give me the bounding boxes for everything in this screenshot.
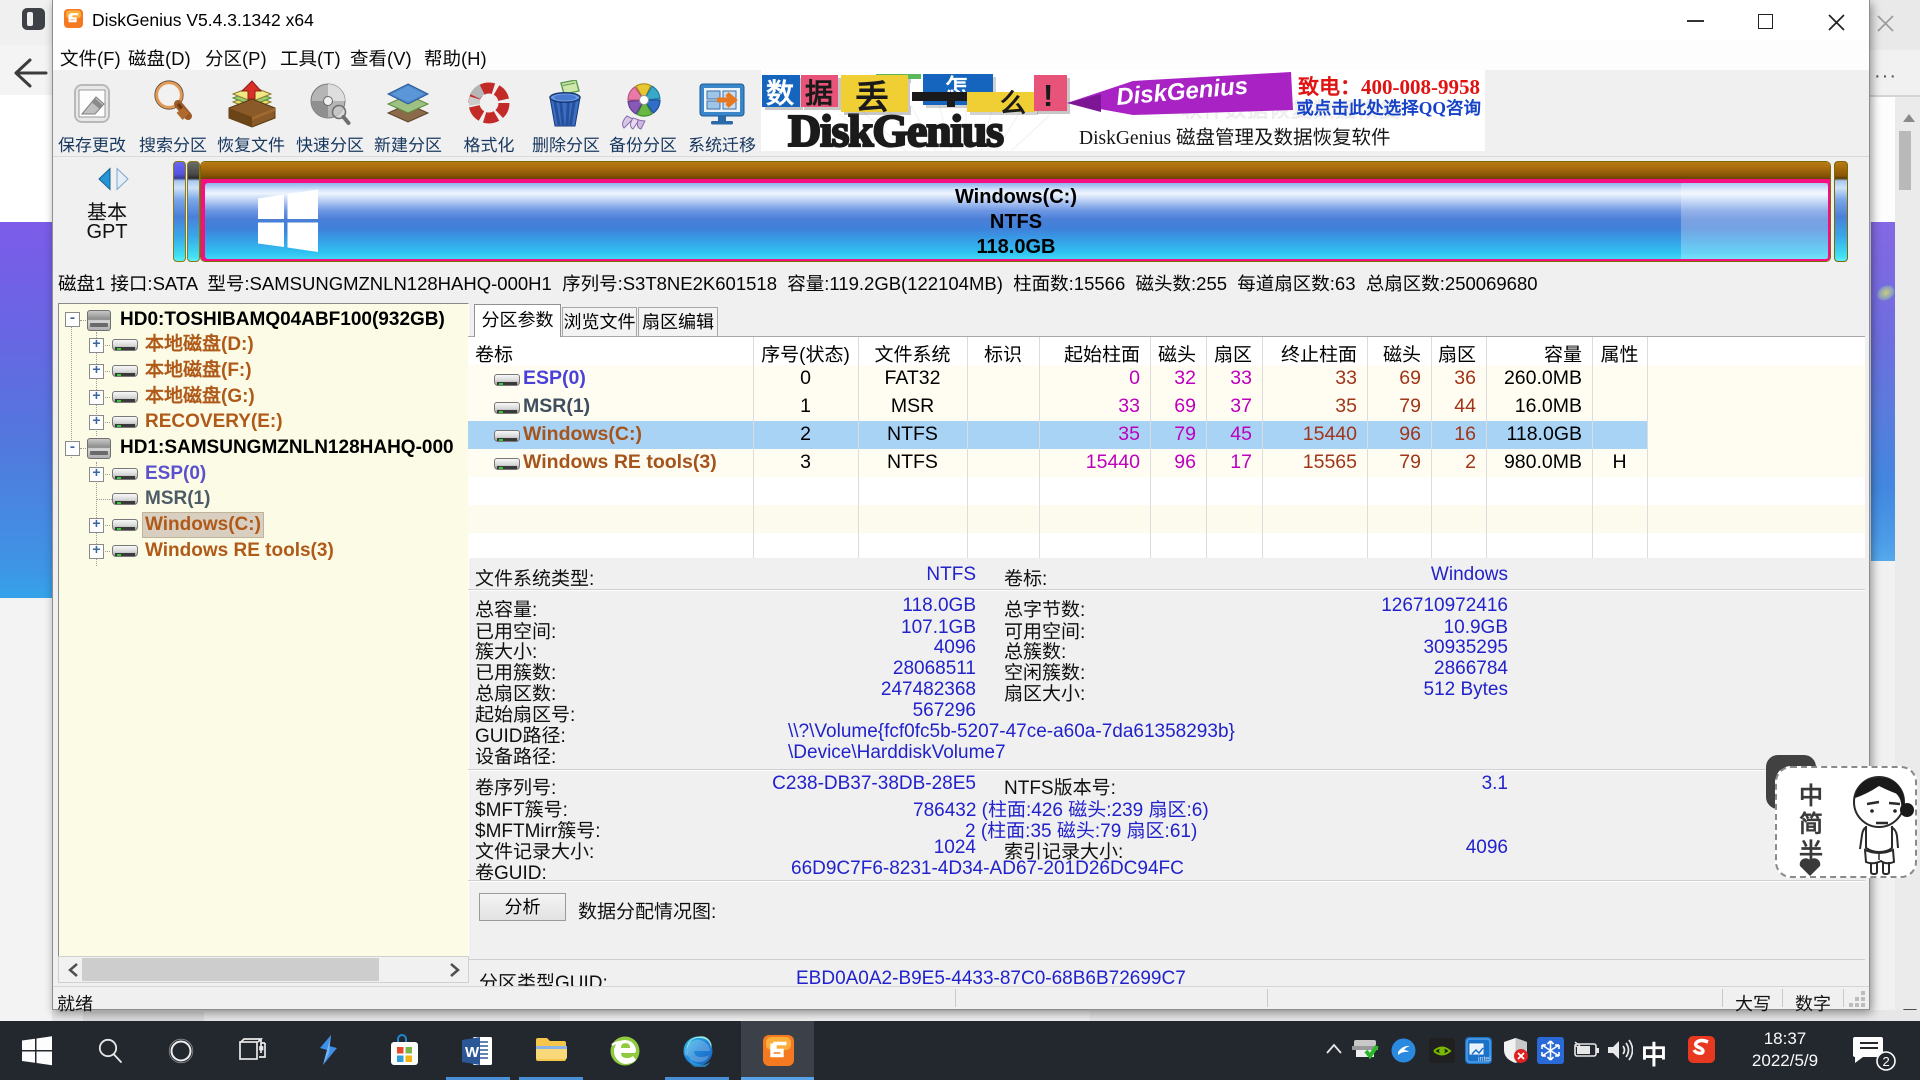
svg-text:丢: 丢	[855, 70, 889, 119]
svg-text:据: 据	[805, 72, 833, 112]
svg-text:!: !	[1043, 78, 1053, 113]
svg-text:DiskGenius 磁盘管理及数据恢复软件: DiskGenius 磁盘管理及数据恢复软件	[1079, 121, 1390, 150]
svg-text:么: 么	[1000, 83, 1026, 120]
svg-text:数: 数	[766, 72, 795, 112]
svg-text:或点击此处选择QQ咨询: 或点击此处选择QQ咨询	[1296, 95, 1481, 120]
svg-text:2: 2	[1883, 1054, 1890, 1069]
svg-text:W: W	[465, 1044, 480, 1061]
svg-text:intel: intel	[1478, 1056, 1491, 1063]
